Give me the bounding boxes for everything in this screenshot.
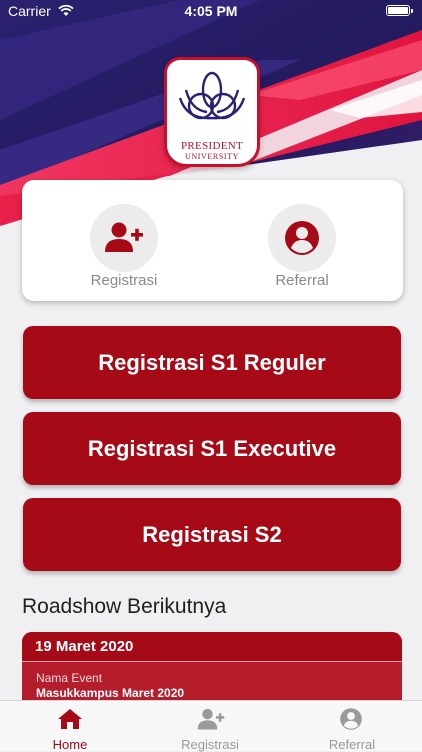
registrasi-s1-reguler-button[interactable]: Registrasi S1 Reguler bbox=[23, 326, 401, 399]
registrasi-icon-circle bbox=[90, 204, 158, 272]
user-circle-icon bbox=[340, 708, 362, 730]
tab-registrasi[interactable]: Registrasi bbox=[140, 701, 280, 752]
tab-referral[interactable]: Referral bbox=[282, 701, 422, 752]
logo-wordmark-sub: UNIVERSITY bbox=[185, 152, 239, 161]
status-bar: Carrier 4:05 PM bbox=[0, 0, 422, 22]
quick-registrasi-label: Registrasi bbox=[90, 272, 158, 289]
roadshow-title: Roadshow Berikutnya bbox=[22, 595, 227, 618]
tab-bar: Home Registrasi Referral bbox=[0, 700, 422, 752]
event-name-value: Masukkampus Maret 2020 bbox=[36, 686, 185, 700]
add-user-icon bbox=[197, 708, 225, 730]
quick-actions-card: Registrasi Referral bbox=[22, 180, 403, 301]
university-logo: PRESIDENT UNIVERSITY bbox=[164, 57, 260, 167]
logo-wordmark: PRESIDENT bbox=[181, 140, 243, 152]
referral-icon-circle bbox=[268, 204, 336, 272]
event-date: 19 Maret 2020 bbox=[22, 632, 402, 662]
registrasi-s1-executive-button[interactable]: Registrasi S1 Executive bbox=[23, 412, 401, 485]
quick-referral-label: Referral bbox=[275, 272, 329, 289]
clock: 4:05 PM bbox=[184, 3, 238, 19]
add-user-icon bbox=[105, 222, 143, 252]
home-icon bbox=[58, 709, 82, 729]
user-circle-icon bbox=[285, 221, 319, 255]
registrasi-s2-button[interactable]: Registrasi S2 bbox=[23, 498, 401, 571]
tab-home[interactable]: Home bbox=[0, 701, 140, 752]
lotus-emblem bbox=[178, 71, 246, 120]
event-name-label: Nama Event bbox=[36, 671, 103, 685]
quick-registrasi-button[interactable]: Registrasi bbox=[44, 180, 204, 301]
battery-icon bbox=[386, 5, 410, 16]
battery-cap bbox=[411, 9, 413, 13]
quick-referral-button[interactable]: Referral bbox=[222, 180, 382, 301]
